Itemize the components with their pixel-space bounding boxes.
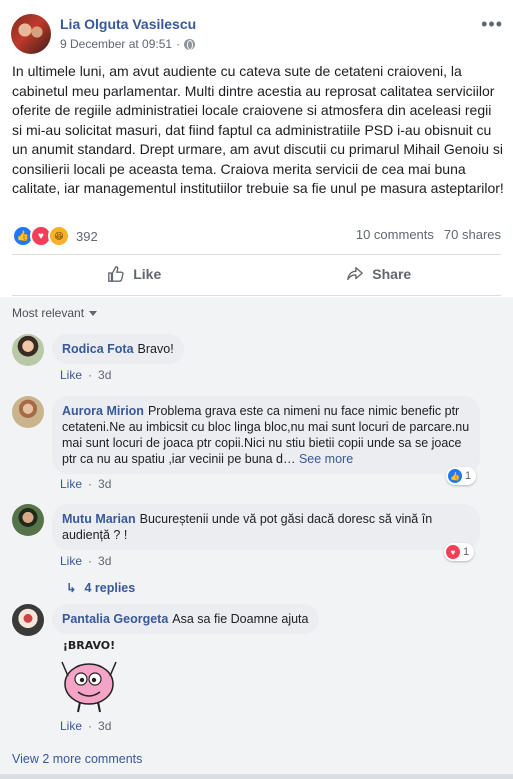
comment-bubble: Rodica Fota Bravo! xyxy=(52,334,184,364)
like-reaction-icon: 👍 xyxy=(448,469,462,483)
comment-like-link[interactable]: Like xyxy=(60,368,82,382)
engagement-counts: 10 comments 70 shares xyxy=(356,227,501,242)
comment-text: Asa sa fie Doamne ajuta xyxy=(172,612,309,626)
replies-label: 4 replies xyxy=(84,580,136,595)
share-label: Share xyxy=(372,266,412,282)
bravo-sticker: ¡BRAVO! xyxy=(61,639,117,713)
comment-time[interactable]: 3d xyxy=(98,477,111,491)
reactions-summary[interactable]: 👍 ♥ 😆 392 xyxy=(12,225,98,247)
globe-icon xyxy=(184,38,196,50)
author-avatar[interactable] xyxy=(11,14,51,54)
meta-separator: · xyxy=(176,37,181,51)
commenter-avatar[interactable] xyxy=(12,504,44,536)
commenter-name[interactable]: Aurora Mirion xyxy=(62,404,144,418)
comment-reaction-count: 1 xyxy=(463,546,470,558)
see-more-link[interactable]: See more xyxy=(299,452,353,466)
comment-text: Bravo! xyxy=(137,342,174,356)
comment-like-link[interactable]: Like xyxy=(60,554,82,568)
sort-label: Most relevant xyxy=(12,306,85,320)
commenter-name[interactable]: Mutu Marian xyxy=(62,512,136,526)
like-label: Like xyxy=(133,266,162,282)
comment-actions: Like · 3d xyxy=(60,719,111,733)
commenter-avatar[interactable] xyxy=(12,334,44,366)
comment-reactions[interactable]: 👍 1 xyxy=(446,467,477,485)
comment-like-link[interactable]: Like xyxy=(60,719,82,733)
sticker-text: ¡BRAVO! xyxy=(63,639,115,652)
post-meta: 9 December at 09:51 · xyxy=(60,37,196,51)
chevron-down-icon xyxy=(89,310,98,316)
post-timestamp[interactable]: 9 December at 09:51 xyxy=(60,37,172,51)
facebook-post: Lia Olguta Vasilescu 9 December at 09:51… xyxy=(0,0,513,779)
view-replies-link[interactable]: ↳ 4 replies xyxy=(66,580,136,596)
divider xyxy=(12,295,501,296)
comment-time[interactable]: 3d xyxy=(98,368,111,382)
shares-count[interactable]: 70 shares xyxy=(444,227,501,242)
view-more-comments-link[interactable]: View 2 more comments xyxy=(12,752,142,766)
author-name[interactable]: Lia Olguta Vasilescu xyxy=(60,16,196,32)
comment-time[interactable]: 3d xyxy=(98,554,111,568)
comment-reactions[interactable]: ♥ 1 xyxy=(444,543,475,561)
comment-bubble: Aurora Mirion Problema grava este ca nime… xyxy=(52,396,480,474)
share-button[interactable]: Share xyxy=(257,256,502,292)
post-actions: Like Share xyxy=(12,256,501,292)
comment-like-link[interactable]: Like xyxy=(60,477,82,491)
comment-actions: Like · 3d xyxy=(60,477,111,491)
commenter-avatar[interactable] xyxy=(12,396,44,428)
thumbs-up-icon xyxy=(108,266,124,282)
bottom-divider xyxy=(0,774,513,779)
comment-bubble: Pantalia Georgeta Asa sa fie Doamne ajuta xyxy=(52,604,319,634)
post-text: In ultimele luni, am avut audiente cu ca… xyxy=(12,63,504,196)
comment-sort-dropdown[interactable]: Most relevant xyxy=(12,306,98,320)
reply-arrow-icon: ↳ xyxy=(66,581,77,595)
comment-actions: Like · 3d xyxy=(60,368,111,382)
comment-reaction-count: 1 xyxy=(465,470,472,482)
commenter-avatar[interactable] xyxy=(12,604,44,636)
comment-time[interactable]: 3d xyxy=(98,719,111,733)
separator-dot: · xyxy=(88,719,93,733)
love-reaction-icon: ♥ xyxy=(446,545,460,559)
more-options-icon[interactable]: ••• xyxy=(481,14,503,35)
haha-reaction-icon: 😆 xyxy=(48,225,70,247)
comment-bubble: Mutu Marian Bucureștenii unde vă pot găsi… xyxy=(52,504,480,550)
comments-count[interactable]: 10 comments xyxy=(356,227,434,242)
separator-dot: · xyxy=(88,368,93,382)
separator-dot: · xyxy=(88,554,93,568)
divider xyxy=(12,254,501,255)
commenter-name[interactable]: Rodica Fota xyxy=(62,342,134,356)
reaction-count: 392 xyxy=(76,228,98,244)
separator-dot: · xyxy=(88,477,93,491)
share-icon xyxy=(347,267,364,281)
like-button[interactable]: Like xyxy=(12,256,257,292)
commenter-name[interactable]: Pantalia Georgeta xyxy=(62,612,168,626)
comment-actions: Like · 3d xyxy=(60,554,111,568)
